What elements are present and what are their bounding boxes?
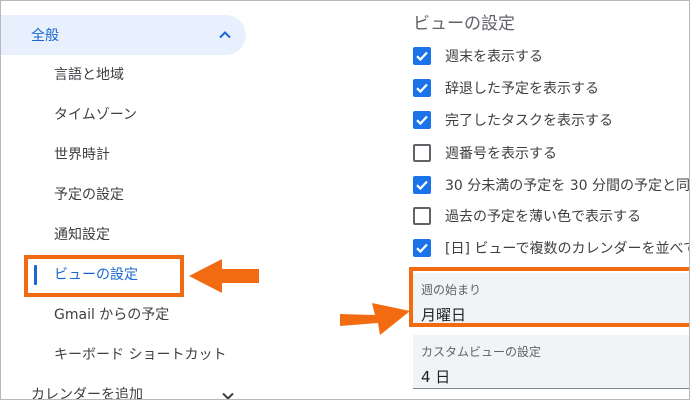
- sidebar-item-general[interactable]: 全般: [1, 15, 246, 55]
- check-icon: [416, 180, 428, 191]
- option-show-week-numbers[interactable]: 週番号を表示する: [413, 142, 557, 164]
- option-label: 週末を表示する: [445, 49, 543, 65]
- option-label: 週番号を表示する: [445, 146, 557, 162]
- sidebar-item-time-zone[interactable]: タイムゾーン: [54, 105, 137, 125]
- sidebar-item-language-region[interactable]: 言語と地域: [54, 65, 124, 85]
- settings-sidebar: 全般 言語と地域 タイムゾーン 世界時計 予定の設定 通知設定 ビューの設定 G…: [1, 1, 261, 399]
- option-show-weekends[interactable]: 週末を表示する: [413, 45, 543, 67]
- checkbox-checked[interactable]: [413, 111, 431, 129]
- option-label: 過去の予定を薄い色で表示する: [445, 209, 641, 225]
- checkbox-checked[interactable]: [413, 239, 431, 257]
- sidebar-item-notification-settings[interactable]: 通知設定: [54, 225, 110, 245]
- check-icon: [416, 51, 428, 62]
- custom-view-select[interactable]: カスタムビューの設定 4 日: [413, 335, 689, 389]
- option-show-declined-events[interactable]: 辞退した予定を表示する: [413, 77, 599, 99]
- sidebar-item-general-label: 全般: [31, 28, 59, 44]
- settings-window: 全般 言語と地域 タイムゾーン 世界時計 予定の設定 通知設定 ビューの設定 G…: [0, 0, 690, 400]
- option-label: 辞退した予定を表示する: [445, 81, 599, 97]
- view-settings-title: ビューの設定: [413, 14, 515, 34]
- checkbox-checked[interactable]: [413, 79, 431, 97]
- settings-main: ビューの設定 週末を表示する 辞退した予定を表示する 完了したタスクを表示する …: [397, 1, 690, 399]
- chevron-down-icon[interactable]: [219, 387, 237, 399]
- custom-view-label: カスタムビューの設定: [421, 345, 542, 359]
- option-label: 30 分未満の予定を 30 分間の予定と同じ: [445, 178, 690, 194]
- sidebar-item-keyboard-shortcuts[interactable]: キーボード ショートカット: [54, 345, 226, 365]
- checkbox-unchecked[interactable]: [413, 207, 431, 225]
- option-show-completed-tasks[interactable]: 完了したタスクを表示する: [413, 109, 613, 131]
- option-dim-past-events[interactable]: 過去の予定を薄い色で表示する: [413, 205, 641, 227]
- chevron-up-icon[interactable]: [216, 26, 234, 44]
- check-icon: [416, 115, 428, 126]
- check-icon: [416, 243, 428, 254]
- option-label: 完了したタスクを表示する: [445, 113, 613, 129]
- sidebar-item-world-clock[interactable]: 世界時計: [54, 145, 110, 165]
- sidebar-item-gmail-events[interactable]: Gmail からの予定: [54, 305, 169, 325]
- sidebar-item-event-settings[interactable]: 予定の設定: [54, 185, 124, 205]
- annotation-arrow-left-icon: [189, 256, 263, 296]
- custom-view-value: 4 日: [421, 368, 451, 386]
- option-day-view-side-by-side[interactable]: [日] ビューで複数のカレンダーを並べて: [413, 237, 690, 259]
- annotation-highlight-view-settings: [24, 255, 184, 297]
- checkbox-checked[interactable]: [413, 176, 431, 194]
- check-icon: [416, 83, 428, 94]
- option-short-events-as-30min[interactable]: 30 分未満の予定を 30 分間の予定と同じ: [413, 174, 690, 196]
- option-label: [日] ビューで複数のカレンダーを並べて: [445, 241, 690, 257]
- sidebar-item-add-calendar[interactable]: カレンダーを追加: [31, 384, 143, 399]
- checkbox-unchecked[interactable]: [413, 144, 431, 162]
- checkbox-checked[interactable]: [413, 47, 431, 65]
- annotation-highlight-week-start: [409, 267, 689, 327]
